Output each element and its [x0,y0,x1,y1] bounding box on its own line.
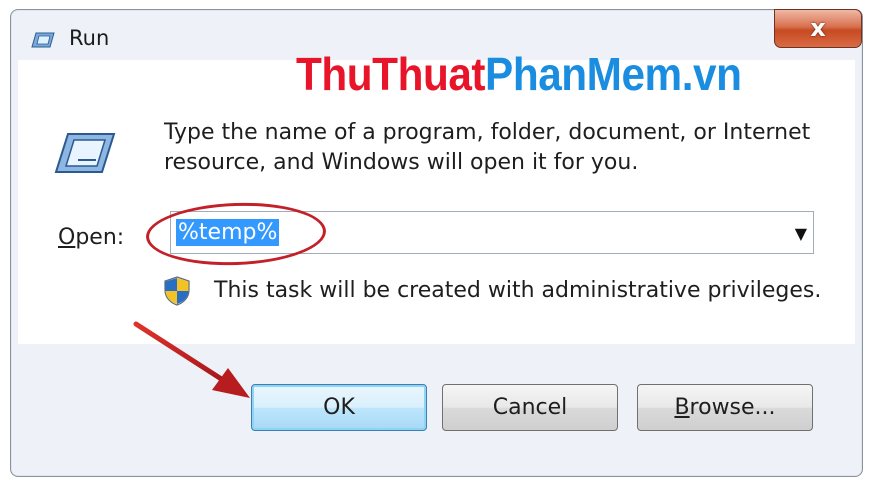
description-text: Type the name of a program, folder, docu… [164,120,811,175]
window-title: Run [69,26,110,50]
ok-button[interactable]: OK [251,384,427,431]
uac-shield-icon [164,276,190,306]
cancel-button[interactable]: Cancel [442,384,618,431]
close-icon: x [810,14,826,42]
close-button[interactable]: x [774,9,862,48]
run-icon [31,32,55,48]
admin-privileges-note: This task will be created with administr… [214,278,822,303]
dialog-content: Type the name of a program, folder, docu… [18,60,855,344]
annotation-arrow [133,321,250,398]
browse-button[interactable]: Browse... [637,384,813,431]
watermark-logo: ThuThuatPhanMem.vn [296,48,742,100]
chevron-down-icon[interactable]: ▼ [795,224,807,243]
run-icon [54,133,116,173]
open-label: Open: [58,225,125,250]
